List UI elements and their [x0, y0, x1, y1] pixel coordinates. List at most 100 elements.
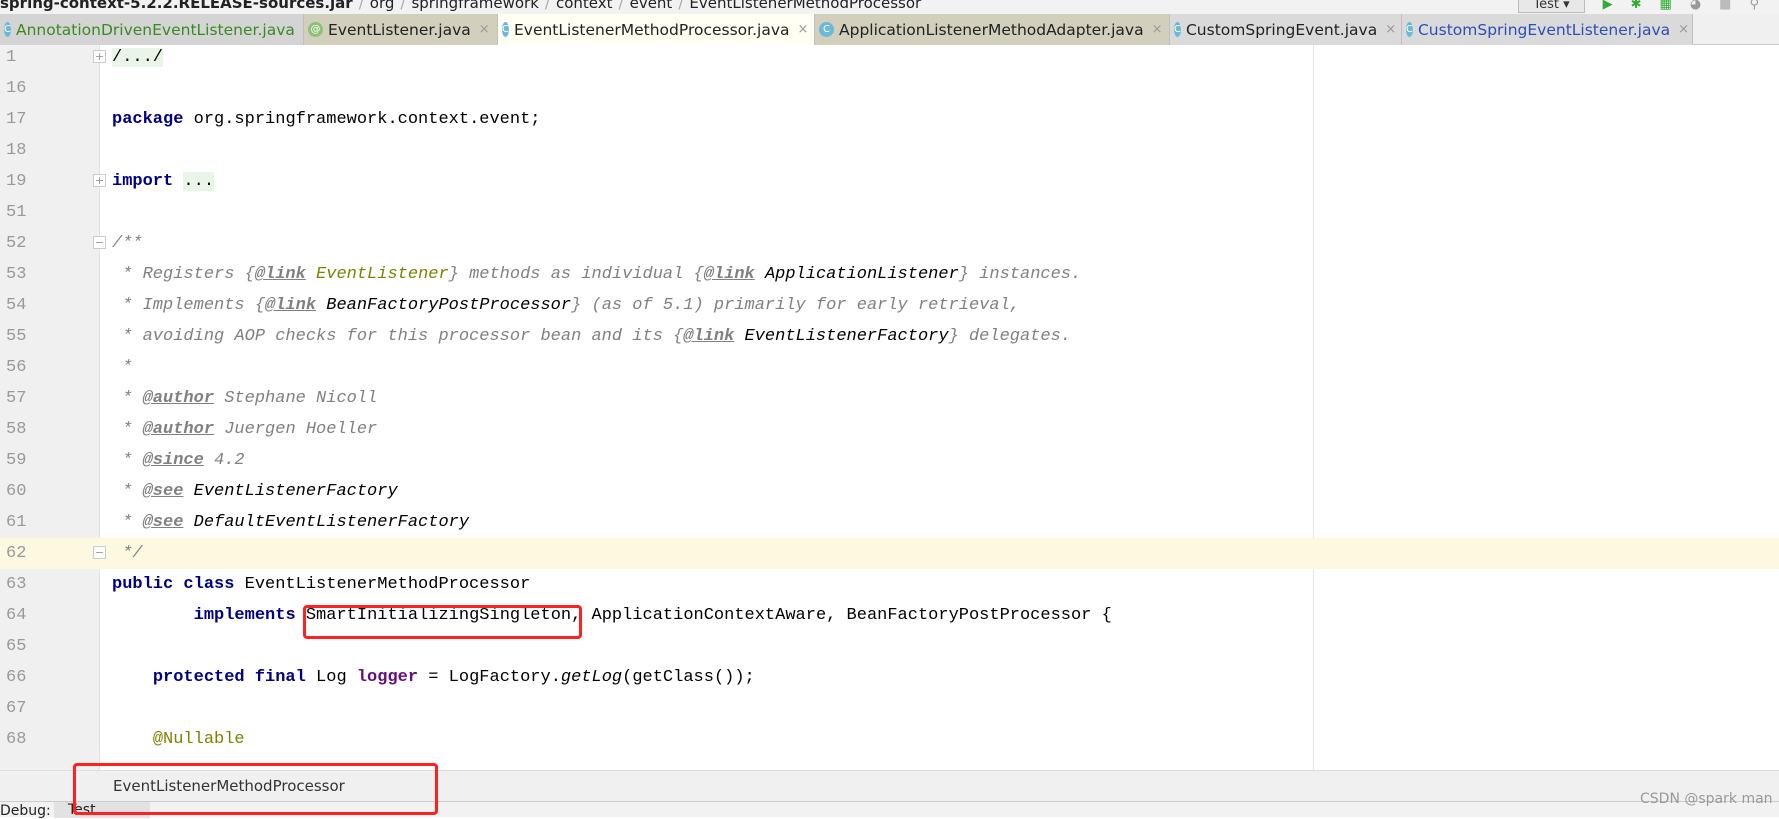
navigation-breadcrumb: spring-context-5.2.2.RELEASE-sources.jar… [0, 0, 1779, 14]
run-icon[interactable]: ▶ [1603, 0, 1613, 12]
highlight-box-interface [303, 605, 582, 639]
close-icon[interactable]: × [1385, 22, 1396, 37]
code-line: 17 package org.springframework.context.ev… [0, 104, 1779, 135]
code-token: } (as of 5.1) primarily for early retrie… [571, 296, 1020, 315]
code-token: * [112, 513, 143, 532]
code-token: * [112, 482, 143, 501]
highlight-box-status [73, 763, 438, 815]
class-icon: C [1174, 22, 1181, 37]
code-text: * avoiding AOP checks for this processor… [112, 321, 1071, 352]
line-number: 52 [6, 234, 27, 253]
breadcrumb-item[interactable]: EventListenerMethodProcessor [689, 0, 921, 12]
code-line: 67 [0, 693, 1779, 724]
close-icon[interactable]: × [1152, 22, 1163, 37]
code-editor[interactable]: 1 + /.../ 16 17 package org.springframework.c… [0, 45, 1779, 770]
fold-expand-icon[interactable]: + [93, 174, 106, 187]
editor-tabs: C AnnotationDrivenEventListener.java × @ Eve… [0, 14, 1779, 45]
tab-label: CustomSpringEvent.java [1185, 20, 1378, 39]
code-token: @see [142, 482, 184, 501]
close-icon[interactable]: × [1678, 22, 1689, 37]
fold-collapse-icon[interactable]: − [93, 546, 106, 559]
coverage-icon[interactable]: ▦ [1660, 0, 1672, 12]
code-line: 53 * Registers {@link EventListener} met… [0, 259, 1779, 290]
code-token: } methods as individual { [448, 265, 704, 284]
line-number: 17 [6, 110, 27, 129]
debug-icon[interactable]: ✱ [1631, 0, 1642, 12]
class-icon: C [502, 22, 509, 37]
line-number: 57 [6, 389, 27, 408]
code-line: 16 [0, 73, 1779, 104]
code-token: @link [265, 296, 317, 315]
stop-icon[interactable]: ■ [1719, 0, 1731, 12]
editor-tab[interactable]: C EventListenerMethodProcessor.java × [498, 14, 815, 45]
tab-label: AnnotationDrivenEventListener.java [15, 20, 295, 39]
code-text: * @author Stephane Nicoll [112, 383, 377, 414]
editor-tab[interactable]: CAnnotationDrivenEventListener.java× [0, 14, 314, 45]
code-token[interactable]: /.../ [112, 48, 164, 67]
editor-tab[interactable]: @ EventListener.java × [304, 14, 498, 45]
editor-tab[interactable]: C CustomSpringEventListener.java × [1402, 14, 1693, 45]
breadcrumb-separator: / [358, 0, 364, 12]
code-text: */ [112, 538, 142, 569]
code-token: @author [142, 420, 215, 439]
profile-icon[interactable]: ◕ [1690, 0, 1701, 12]
code-text: * @since 4.2 [112, 445, 244, 476]
breadcrumb-item[interactable]: event [630, 0, 673, 12]
code-line: 1 + /.../ [0, 45, 1779, 73]
line-number: 51 [6, 203, 27, 222]
code-token: } instances. [958, 265, 1082, 284]
code-token: @link [254, 265, 306, 284]
line-number: 67 [6, 699, 27, 718]
close-icon[interactable]: × [798, 22, 809, 37]
tab-label: EventListener.java [328, 20, 471, 39]
line-number: 61 [6, 513, 27, 532]
code-line: 56 * [0, 352, 1779, 383]
line-number: 55 [6, 327, 27, 346]
code-line: 66 protected final Log logger = LogFacto… [0, 662, 1779, 693]
run-config-select[interactable]: Test ▾ [1518, 0, 1585, 13]
breadcrumb-item[interactable]: context [556, 0, 613, 12]
code-token: * Implements { [112, 296, 266, 315]
line-number: 54 [6, 296, 27, 315]
close-icon[interactable]: × [479, 22, 490, 37]
breadcrumb-separator: / [678, 0, 684, 12]
code-token[interactable]: ... [183, 172, 215, 191]
breadcrumb-item[interactable]: org [370, 0, 395, 12]
code-token: Juergen Hoeller [214, 420, 378, 439]
breadcrumb-item[interactable]: springframework [411, 0, 538, 12]
line-number: 63 [6, 575, 27, 594]
line-number: 53 [6, 265, 27, 284]
code-line: 68 @Nullable [0, 724, 1779, 755]
build-icon[interactable]: ⚲ [1749, 0, 1759, 12]
fold-expand-icon[interactable]: + [93, 50, 106, 63]
breadcrumb-separator: / [618, 0, 624, 12]
code-line: 19 + import ... [0, 166, 1779, 197]
code-token: * [112, 358, 133, 377]
line-number: 62 [6, 544, 27, 563]
code-token: package [112, 110, 184, 129]
code-token: EventListenerMethodProcessor [234, 575, 531, 594]
line-number: 18 [6, 141, 27, 160]
breadcrumb-item[interactable]: spring-context-5.2.2.RELEASE-sources.jar [0, 0, 353, 12]
line-number: 59 [6, 451, 27, 470]
code-line: 62 − */ [0, 538, 1779, 569]
code-text: * Implements {@link BeanFactoryPostProce… [112, 290, 1020, 321]
code-line: 65 [0, 631, 1779, 662]
code-token: = LogFactory. [418, 668, 561, 687]
code-text: * @see EventListenerFactory [112, 476, 397, 507]
editor-tab[interactable]: C CustomSpringEvent.java × [1170, 14, 1402, 45]
fold-collapse-icon[interactable]: − [93, 236, 106, 249]
tab-label: CustomSpringEventListener.java [1417, 20, 1671, 39]
code-token: * Registers { [112, 265, 255, 284]
code-text: public class EventListenerMethodProcesso… [112, 569, 530, 600]
editor-tab[interactable]: C ApplicationListenerMethodAdapter.java × [815, 14, 1170, 45]
code-line: 59 * @since 4.2 [0, 445, 1779, 476]
code-text: import ... [112, 166, 215, 197]
code-text: implements SmartInitializingSingleton, A… [112, 600, 1112, 631]
